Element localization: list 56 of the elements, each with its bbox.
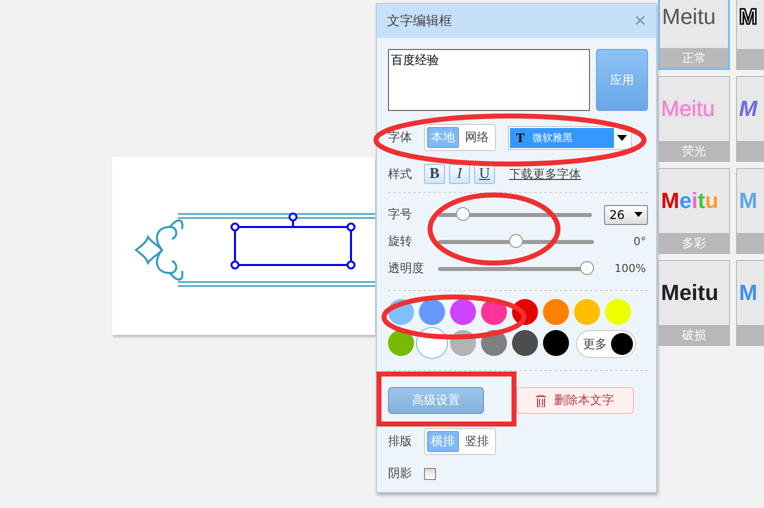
font-dropdown[interactable]: T 微软雅黑 bbox=[508, 126, 632, 150]
text-style-tile[interactable]: M bbox=[736, 0, 764, 70]
color-swatch[interactable] bbox=[450, 299, 476, 325]
slider-thumb[interactable] bbox=[456, 206, 470, 220]
font-label: 字体 bbox=[388, 129, 413, 146]
trash-icon bbox=[536, 394, 546, 406]
style-preview-text: M bbox=[738, 95, 759, 123]
text-style-tile[interactable]: Meitu 多彩 bbox=[658, 168, 730, 254]
font-size-dropdown[interactable]: 26 bbox=[604, 204, 648, 224]
color-swatch[interactable] bbox=[543, 299, 569, 325]
shadow-checkbox[interactable] bbox=[424, 468, 436, 480]
text-style-tile[interactable]: Meitu 破损 bbox=[658, 260, 730, 346]
style-label: 多彩 bbox=[659, 233, 729, 253]
font-name: 微软雅黑 bbox=[532, 132, 573, 144]
bold-button[interactable]: B bbox=[424, 164, 445, 184]
slider-reading: 100% bbox=[614, 262, 646, 275]
style-preview-text: Meitu bbox=[661, 3, 717, 31]
more-colors-button[interactable]: 更多 bbox=[576, 330, 636, 358]
slider-label: 旋转 bbox=[388, 233, 413, 250]
style-preview-text: M bbox=[738, 3, 758, 31]
color-swatch[interactable] bbox=[605, 299, 631, 325]
color-swatch[interactable] bbox=[419, 299, 445, 325]
color-swatch[interactable] bbox=[512, 330, 538, 356]
style-label: 荧光 bbox=[659, 141, 729, 161]
style-preview-text: M bbox=[738, 279, 758, 307]
style-preview-text: Meitu bbox=[660, 187, 720, 215]
color-swatch[interactable] bbox=[574, 299, 600, 325]
style-label: 样式 bbox=[388, 166, 413, 182]
text-style-tile[interactable]: Meitu 正常 bbox=[658, 0, 730, 70]
slider-thumb[interactable] bbox=[580, 260, 594, 274]
font-source-tab[interactable]: 网络 bbox=[461, 127, 493, 148]
dropdown-caret-icon bbox=[614, 134, 630, 140]
italic-button[interactable]: I bbox=[449, 164, 470, 184]
ornament-drawing bbox=[135, 219, 184, 281]
slider-thumb[interactable] bbox=[509, 234, 523, 248]
style-preview-text: M bbox=[738, 187, 758, 215]
color-swatch[interactable] bbox=[388, 330, 414, 356]
shadow-label: 阴影 bbox=[388, 465, 413, 482]
layout-label: 排版 bbox=[388, 433, 413, 450]
caret-icon bbox=[634, 212, 643, 217]
slider-label: 透明度 bbox=[388, 260, 424, 277]
style-preview-text: Meitu bbox=[660, 279, 720, 307]
style-preview-text: Meitu bbox=[660, 95, 716, 123]
slider-reading: 0° bbox=[632, 235, 646, 248]
text-style-tile[interactable]: M bbox=[736, 76, 764, 162]
color-swatch[interactable] bbox=[543, 330, 569, 356]
layout-tab[interactable]: 竖排 bbox=[461, 431, 493, 452]
style-label: 正常 bbox=[660, 48, 728, 68]
style-label: 破损 bbox=[659, 325, 729, 345]
font-type-icon: T bbox=[516, 130, 525, 146]
slider-label: 字号 bbox=[388, 206, 413, 223]
panel-title: 文字编辑框 bbox=[387, 13, 452, 30]
download-fonts-link[interactable]: 下载更多字体 bbox=[509, 166, 581, 182]
delete-text-button[interactable]: 删除本文字 bbox=[516, 387, 634, 414]
selection-box-drawing[interactable] bbox=[230, 212, 356, 270]
text-input-field[interactable]: 百度经验 bbox=[388, 49, 590, 111]
